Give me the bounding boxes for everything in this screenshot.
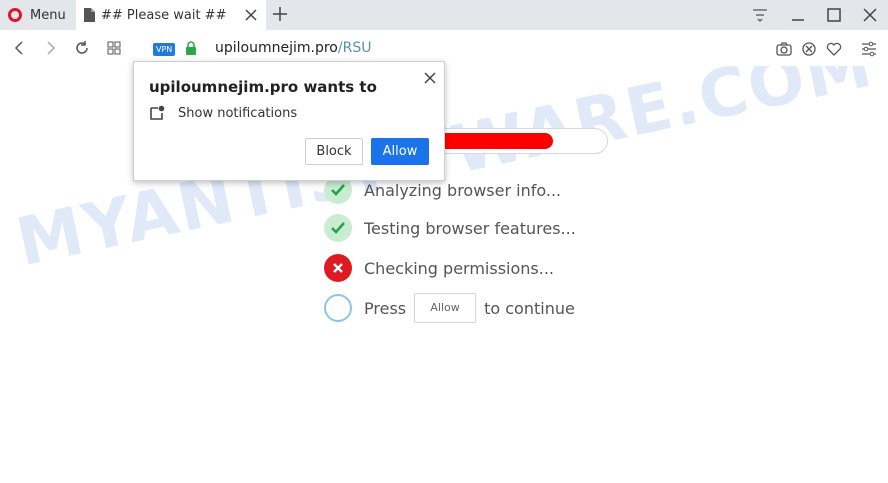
dialog-close-icon[interactable] [424,72,436,84]
lock-icon[interactable] [185,41,197,56]
adblock-icon[interactable] [801,41,817,57]
heart-icon[interactable] [826,41,842,57]
notification-permission-dialog: upiloumnejim.pro wants to Show notificat… [133,61,445,181]
camera-icon[interactable] [776,41,792,57]
tabs-grid-icon[interactable] [106,40,122,56]
step-text: Checking permissions... [364,258,555,278]
inline-allow-button[interactable]: Allow [414,293,477,323]
error-x-icon [324,254,352,282]
url-path: /RSU [337,40,372,56]
step-text: Analyzing browser info... [364,180,562,200]
menu-label: Menu [30,7,66,23]
tab-bar: Menu ## Please wait ## [0,0,888,30]
opera-logo-icon [8,8,22,22]
permission-text: Show notifications [178,106,298,121]
block-button[interactable]: Block [305,138,363,165]
allow-button[interactable]: Allow [371,138,429,165]
step-checking: Checking permissions... [324,254,554,282]
vpn-badge[interactable]: VPN [153,43,176,56]
url-host: upiloumnejim.pro [215,40,338,56]
step-press-allow: Press Allow to continue [324,293,575,323]
new-tab-icon[interactable] [272,6,288,22]
pending-circle-icon [324,294,352,322]
tab-close-icon[interactable] [244,8,258,22]
window-close-icon[interactable] [862,7,878,23]
press-label: Press [364,298,407,318]
back-icon[interactable] [12,40,28,56]
easy-setup-icon[interactable] [861,41,877,57]
step-testing: Testing browser features... [324,214,576,242]
check-icon [324,214,352,242]
document-icon [84,8,95,22]
tab-menu-icon[interactable] [752,7,768,23]
active-tab[interactable]: ## Please wait ## [76,0,266,30]
url-field[interactable]: upiloumnejim.pro/RSU [215,40,371,56]
maximize-icon[interactable] [826,7,842,23]
continue-label: to continue [484,298,575,318]
opera-menu-button[interactable]: Menu [0,0,76,30]
forward-icon[interactable] [42,40,58,56]
dialog-title: upiloumnejim.pro wants to [149,78,377,96]
reload-icon[interactable] [74,40,90,56]
tab-title: ## Please wait ## [101,7,227,23]
minimize-icon[interactable] [790,7,806,23]
notification-bell-icon [150,105,165,120]
step-text: Testing browser features... [364,218,576,238]
